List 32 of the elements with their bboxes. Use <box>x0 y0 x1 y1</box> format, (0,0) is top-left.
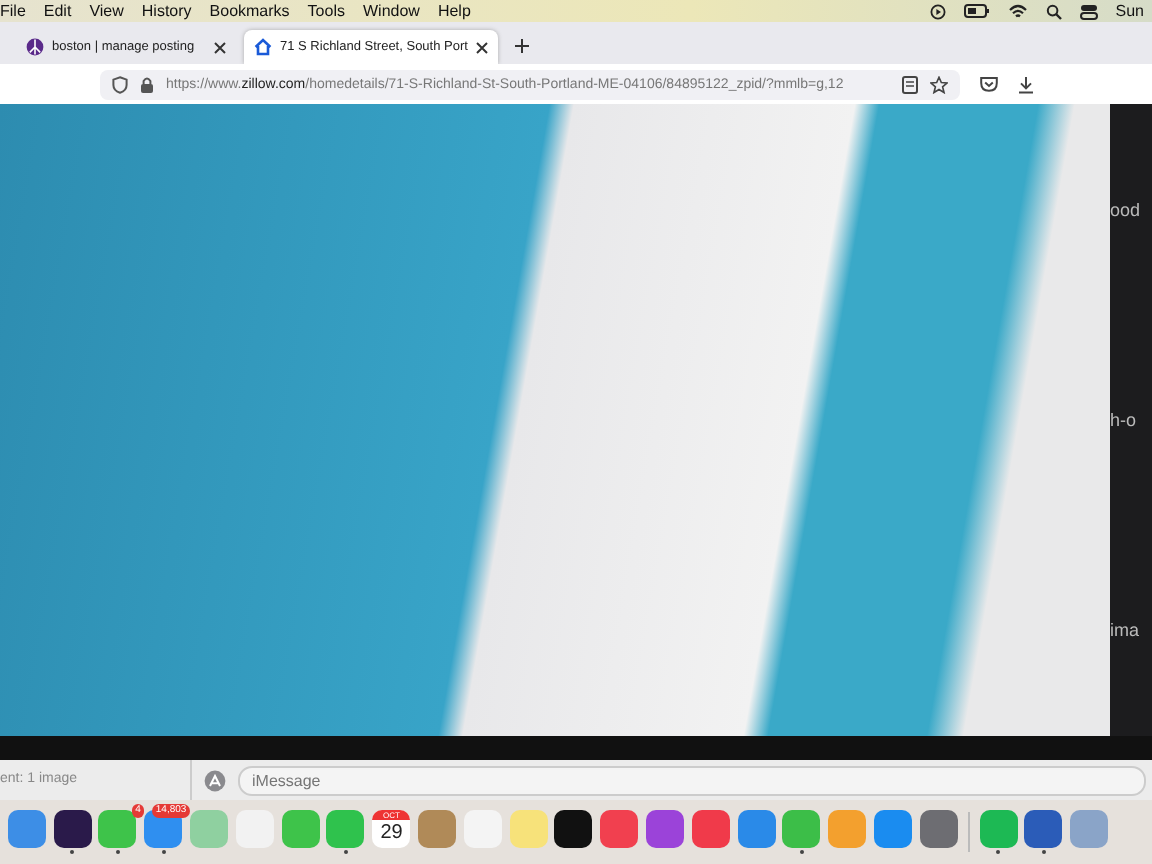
reader-view-icon[interactable] <box>902 75 918 93</box>
shield-icon <box>112 75 128 93</box>
search-icon[interactable] <box>1045 3 1062 19</box>
close-icon[interactable] <box>475 41 488 53</box>
menu-item[interactable]: Edit <box>43 0 72 22</box>
menu-item[interactable]: History <box>141 0 192 22</box>
menu-item[interactable]: Tools <box>307 0 345 22</box>
new-tab-icon[interactable] <box>513 38 530 54</box>
battery-icon[interactable] <box>963 4 990 18</box>
panel-text: ima <box>1110 620 1142 641</box>
house-icon <box>254 38 272 56</box>
menu-item[interactable]: Help <box>437 0 471 22</box>
lock-icon <box>140 75 154 93</box>
download-icon[interactable] <box>1018 75 1034 93</box>
star-icon[interactable] <box>930 75 948 93</box>
wifi-icon[interactable] <box>1007 3 1028 19</box>
menu-item[interactable]: Window <box>362 0 420 22</box>
message-field[interactable]: iMessage <box>238 765 1146 795</box>
panel-text: ood <box>1110 199 1143 220</box>
menu-item[interactable]: View <box>89 0 124 22</box>
play-icon[interactable] <box>929 3 946 19</box>
menu-item[interactable]: File <box>0 0 26 22</box>
control-center-icon[interactable] <box>1079 3 1098 19</box>
pocket-icon[interactable] <box>980 76 998 92</box>
app-icon[interactable] <box>53 810 92 848</box>
menu-item[interactable]: Bookmarks <box>209 0 290 22</box>
app-store-icon[interactable] <box>204 769 226 791</box>
peace-icon <box>26 38 44 56</box>
close-icon[interactable] <box>214 41 226 53</box>
panel-text: h-o <box>1110 409 1139 430</box>
app-icon[interactable] <box>554 810 593 848</box>
menu-clock: Sun <box>1115 0 1144 22</box>
